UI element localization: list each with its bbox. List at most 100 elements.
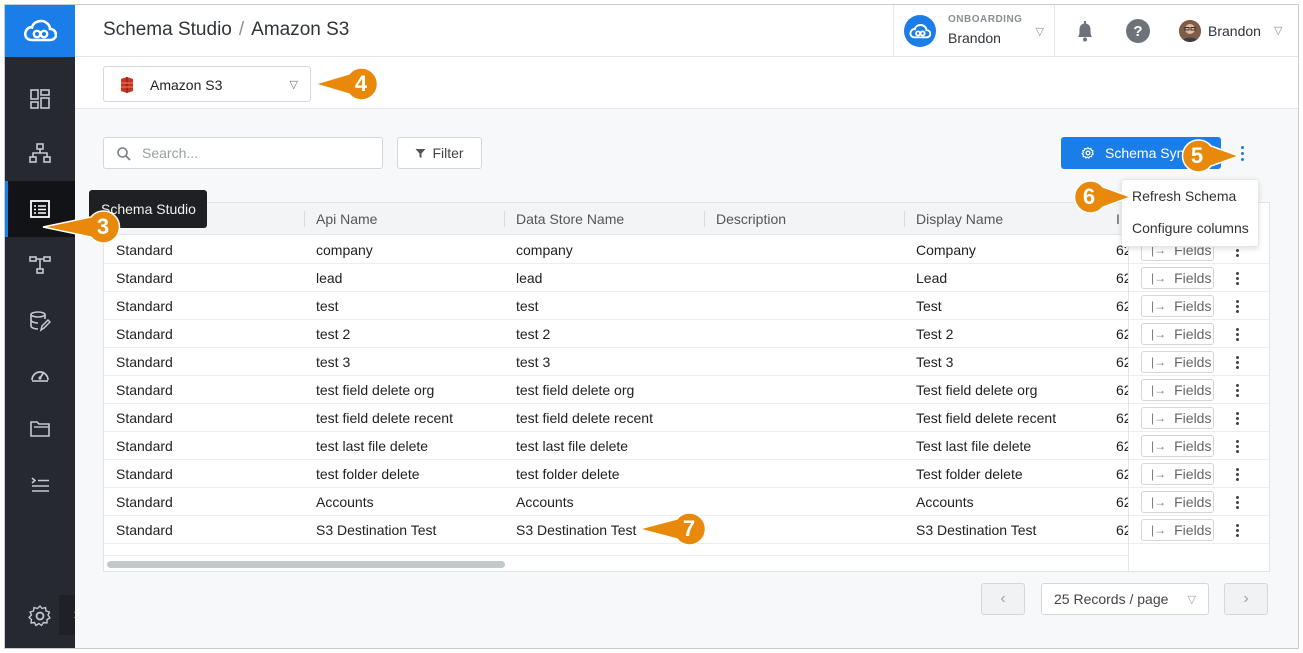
user-name[interactable]: Brandon <box>1208 23 1261 39</box>
fields-button[interactable]: |→ Fields <box>1141 379 1214 401</box>
sidebar-item-gauge[interactable] <box>5 347 75 403</box>
cell-desc <box>716 320 906 348</box>
cell-api: S3 Destination Test <box>316 522 437 538</box>
help-icon[interactable]: ? <box>1126 19 1150 43</box>
row-more-options-icon[interactable] <box>1231 270 1243 286</box>
arrow-into-icon: |→ <box>1151 299 1167 313</box>
actions-column: |→ Fields |→ Fields |→ Fields |→ Fields |→ Fields… <box>1128 203 1269 571</box>
cell-api: company <box>316 242 373 258</box>
callout-number: 3 <box>96 214 110 239</box>
scrollbar-thumb[interactable] <box>107 561 505 568</box>
cell-display: Test field delete org <box>916 382 1038 398</box>
connection-select[interactable]: Amazon S3 ▽ <box>103 66 311 102</box>
arrow-into-icon: |→ <box>1151 355 1167 369</box>
sidebar-item-dashboard[interactable] <box>5 71 75 127</box>
table-row[interactable]: Standard test 3 test 3 Test 3 62 <box>104 348 1269 376</box>
fields-button[interactable]: |→ Fields <box>1141 407 1214 429</box>
cell-desc <box>716 264 906 292</box>
filter-icon <box>415 148 426 158</box>
row-more-options-icon[interactable] <box>1231 438 1243 454</box>
avatar[interactable] <box>1179 20 1201 42</box>
gauge-icon <box>31 371 49 382</box>
arrow-into-icon: |→ <box>1151 467 1167 481</box>
search-icon <box>117 147 131 161</box>
horizontal-scrollbar[interactable] <box>104 555 1128 571</box>
fields-button-label: Fields <box>1174 410 1212 426</box>
row-more-options-icon[interactable] <box>1231 326 1243 342</box>
menu-item-refresh-schema[interactable]: Refresh Schema <box>1122 180 1258 212</box>
next-page-button[interactable]: › <box>1224 583 1268 615</box>
breadcrumb-root[interactable]: Schema Studio <box>103 19 232 40</box>
fields-button[interactable]: |→ Fields <box>1141 323 1214 345</box>
actions-cell: |→ Fields <box>1129 292 1269 320</box>
column-header-display-name[interactable]: Display Name <box>903 203 1003 235</box>
cell-trunc: 62 <box>1116 382 1128 398</box>
app-logo[interactable] <box>5 5 75 57</box>
cell-trunc: 62 <box>1116 298 1128 314</box>
column-header-description[interactable]: Description <box>703 203 786 235</box>
fields-button[interactable]: |→ Fields <box>1141 295 1214 317</box>
prev-page-button[interactable]: ‹ <box>981 583 1025 615</box>
fields-button[interactable]: |→ Fields <box>1141 519 1214 541</box>
cell-trunc: 62 <box>1116 410 1128 426</box>
sidebar <box>5 5 75 648</box>
row-more-options-icon[interactable] <box>1231 494 1243 510</box>
search-input[interactable] <box>142 143 372 163</box>
sidebar-item-folder[interactable] <box>5 401 75 457</box>
cell-desc <box>716 432 906 460</box>
cell-type: Standard <box>116 354 173 370</box>
page-size-value: 25 Records / page <box>1054 591 1169 607</box>
cell-store: test field delete org <box>516 382 635 398</box>
fields-button-label: Fields <box>1174 466 1212 482</box>
sidebar-item-data-store[interactable] <box>5 293 75 349</box>
row-more-options-icon[interactable] <box>1231 354 1243 370</box>
bell-icon[interactable] <box>1073 19 1097 43</box>
sidebar-item-tasks[interactable] <box>5 457 75 513</box>
fields-button[interactable]: |→ Fields <box>1141 351 1214 373</box>
row-more-options-icon[interactable] <box>1231 466 1243 482</box>
fields-button[interactable]: |→ Fields <box>1141 435 1214 457</box>
row-more-options-icon[interactable] <box>1231 410 1243 426</box>
table-row[interactable]: Standard test field delete org test field … <box>104 376 1269 404</box>
table-row[interactable]: Standard lead lead Lead 62 <box>104 264 1269 292</box>
filter-button[interactable]: Filter <box>397 137 482 169</box>
cell-display: Test 2 <box>916 326 954 342</box>
table-row[interactable]: Standard test field delete recent test fie… <box>104 404 1269 432</box>
org-switcher[interactable]: ONBOARDING Brandon ▽ <box>893 5 1055 57</box>
sidebar-item-hierarchy[interactable] <box>5 125 75 181</box>
page-size-select[interactable]: 25 Records / page ▽ <box>1041 583 1209 615</box>
cell-desc <box>716 460 906 488</box>
actions-cell: |→ Fields <box>1129 376 1269 404</box>
actions-cell: |→ Fields <box>1129 488 1269 516</box>
menu-item-configure-columns[interactable]: Configure columns <box>1122 212 1258 244</box>
column-header-data-store-name[interactable]: Data Store Name <box>503 203 624 235</box>
sidebar-item-flow[interactable] <box>5 237 75 293</box>
actions-cell: |→ Fields <box>1129 460 1269 488</box>
search-box[interactable] <box>103 137 383 169</box>
cell-store: test last file delete <box>516 438 629 454</box>
row-more-options-icon[interactable] <box>1231 522 1243 538</box>
table-row[interactable]: StandardcompanycompanyCompany62 <box>104 236 1269 264</box>
cell-trunc: 62 <box>1116 270 1128 286</box>
table-row[interactable]: Standard test test Test 62 <box>104 292 1269 320</box>
cell-desc <box>716 236 906 264</box>
fields-button[interactable]: |→ Fields <box>1141 491 1214 513</box>
cell-type: Standard <box>116 466 173 482</box>
data-store-edit-icon <box>30 311 51 332</box>
cell-store: test folder delete <box>516 466 620 482</box>
cell-type: Standard <box>116 438 173 454</box>
breadcrumb: Schema Studio / Amazon S3 <box>103 19 349 41</box>
cell-api: test folder delete <box>316 466 420 482</box>
fields-button[interactable]: |→ Fields <box>1141 267 1214 289</box>
fields-button[interactable]: |→ Fields <box>1141 463 1214 485</box>
table-row[interactable]: Standard test folder delete test folder de… <box>104 460 1269 488</box>
column-header-api-name[interactable]: Api Name <box>303 203 377 235</box>
row-more-options-icon[interactable] <box>1231 382 1243 398</box>
row-more-options-icon[interactable] <box>1231 298 1243 314</box>
callout-4: 4 <box>313 66 383 102</box>
gear-icon[interactable] <box>27 603 53 629</box>
table-row[interactable]: Standard test 2 test 2 Test 2 62 <box>104 320 1269 348</box>
sub-header: Amazon S3 ▽ <box>75 57 1298 109</box>
table-row[interactable]: Standard test last file delete test last f… <box>104 432 1269 460</box>
callout-7: 7 <box>637 511 711 547</box>
